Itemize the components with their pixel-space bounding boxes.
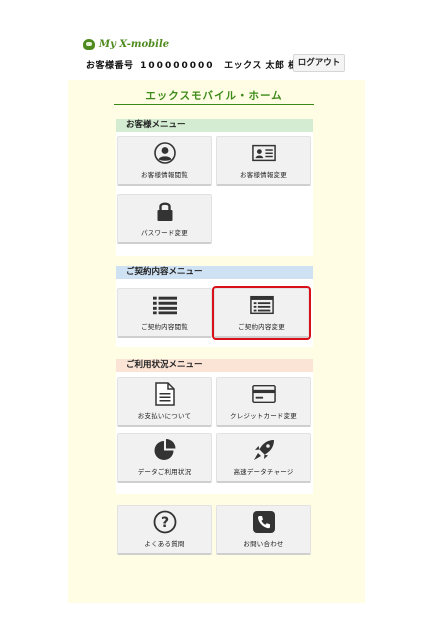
customer-menu-header: お客様メニュー bbox=[116, 119, 313, 132]
customer-number: 100000000 bbox=[140, 61, 215, 71]
data-usage-button[interactable]: データご利用状況 bbox=[117, 433, 212, 483]
phone-icon bbox=[252, 511, 276, 533]
logo-icon bbox=[83, 38, 95, 50]
logout-button[interactable]: ログアウト bbox=[293, 54, 345, 72]
password-change-label: パスワード変更 bbox=[141, 229, 188, 237]
customer-info-change-label: お客様情報変更 bbox=[240, 171, 287, 179]
contact-button[interactable]: お問い合わせ bbox=[216, 505, 311, 555]
faq-button[interactable]: ? よくある質問 bbox=[117, 505, 212, 555]
logo-text: My X-mobile bbox=[99, 38, 170, 50]
pie-chart-icon bbox=[153, 439, 177, 461]
data-charge-label: 高速データチャージ bbox=[233, 468, 294, 476]
data-usage-label: データご利用状況 bbox=[137, 468, 192, 476]
question-icon: ? bbox=[153, 510, 177, 534]
contract-view-label: ご契約内容閲覧 bbox=[141, 323, 188, 331]
customer-number-label: お客様番号 bbox=[86, 61, 134, 71]
contract-view-button[interactable]: ご契約内容閲覧 bbox=[117, 288, 212, 338]
contact-label: お問い合わせ bbox=[243, 540, 284, 548]
rocket-icon bbox=[252, 439, 276, 461]
person-icon bbox=[153, 142, 177, 164]
usage-menu-header: ご利用状況メニュー bbox=[116, 359, 313, 372]
customer-info-view-button[interactable]: お客様情報閲覧 bbox=[117, 136, 212, 186]
payment-info-label: お支払いについて bbox=[137, 412, 192, 420]
customer-info-change-button[interactable]: お客様情報変更 bbox=[216, 136, 311, 186]
document-icon bbox=[153, 382, 177, 406]
payment-info-button[interactable]: お支払いについて bbox=[117, 377, 212, 427]
data-charge-button[interactable]: 高速データチャージ bbox=[216, 433, 311, 483]
id-card-icon bbox=[251, 142, 276, 164]
customer-info: お客様番号 100000000 エックス 太郎 様 bbox=[86, 58, 298, 71]
credit-card-change-label: クレジットカード変更 bbox=[230, 412, 297, 420]
faq-label: よくある質問 bbox=[144, 540, 185, 548]
page-title: エックスモバイル・ホーム bbox=[114, 88, 314, 105]
list-window-icon bbox=[249, 294, 274, 316]
contract-change-label: ご契約内容変更 bbox=[238, 323, 285, 331]
list-icon bbox=[152, 294, 177, 316]
contract-change-button[interactable]: ご契約内容変更 bbox=[212, 286, 311, 340]
credit-card-change-button[interactable]: クレジットカード変更 bbox=[216, 377, 311, 427]
customer-info-view-label: お客様情報閲覧 bbox=[141, 171, 188, 179]
svg-text:?: ? bbox=[160, 515, 168, 531]
contract-menu-header: ご契約内容メニュー bbox=[116, 266, 313, 279]
credit-card-icon bbox=[251, 383, 276, 405]
customer-name: エックス 太郎 様 bbox=[224, 61, 298, 71]
password-change-button[interactable]: パスワード変更 bbox=[117, 194, 212, 244]
brand-logo[interactable]: My X-mobile bbox=[83, 37, 169, 51]
lock-icon bbox=[153, 200, 177, 222]
